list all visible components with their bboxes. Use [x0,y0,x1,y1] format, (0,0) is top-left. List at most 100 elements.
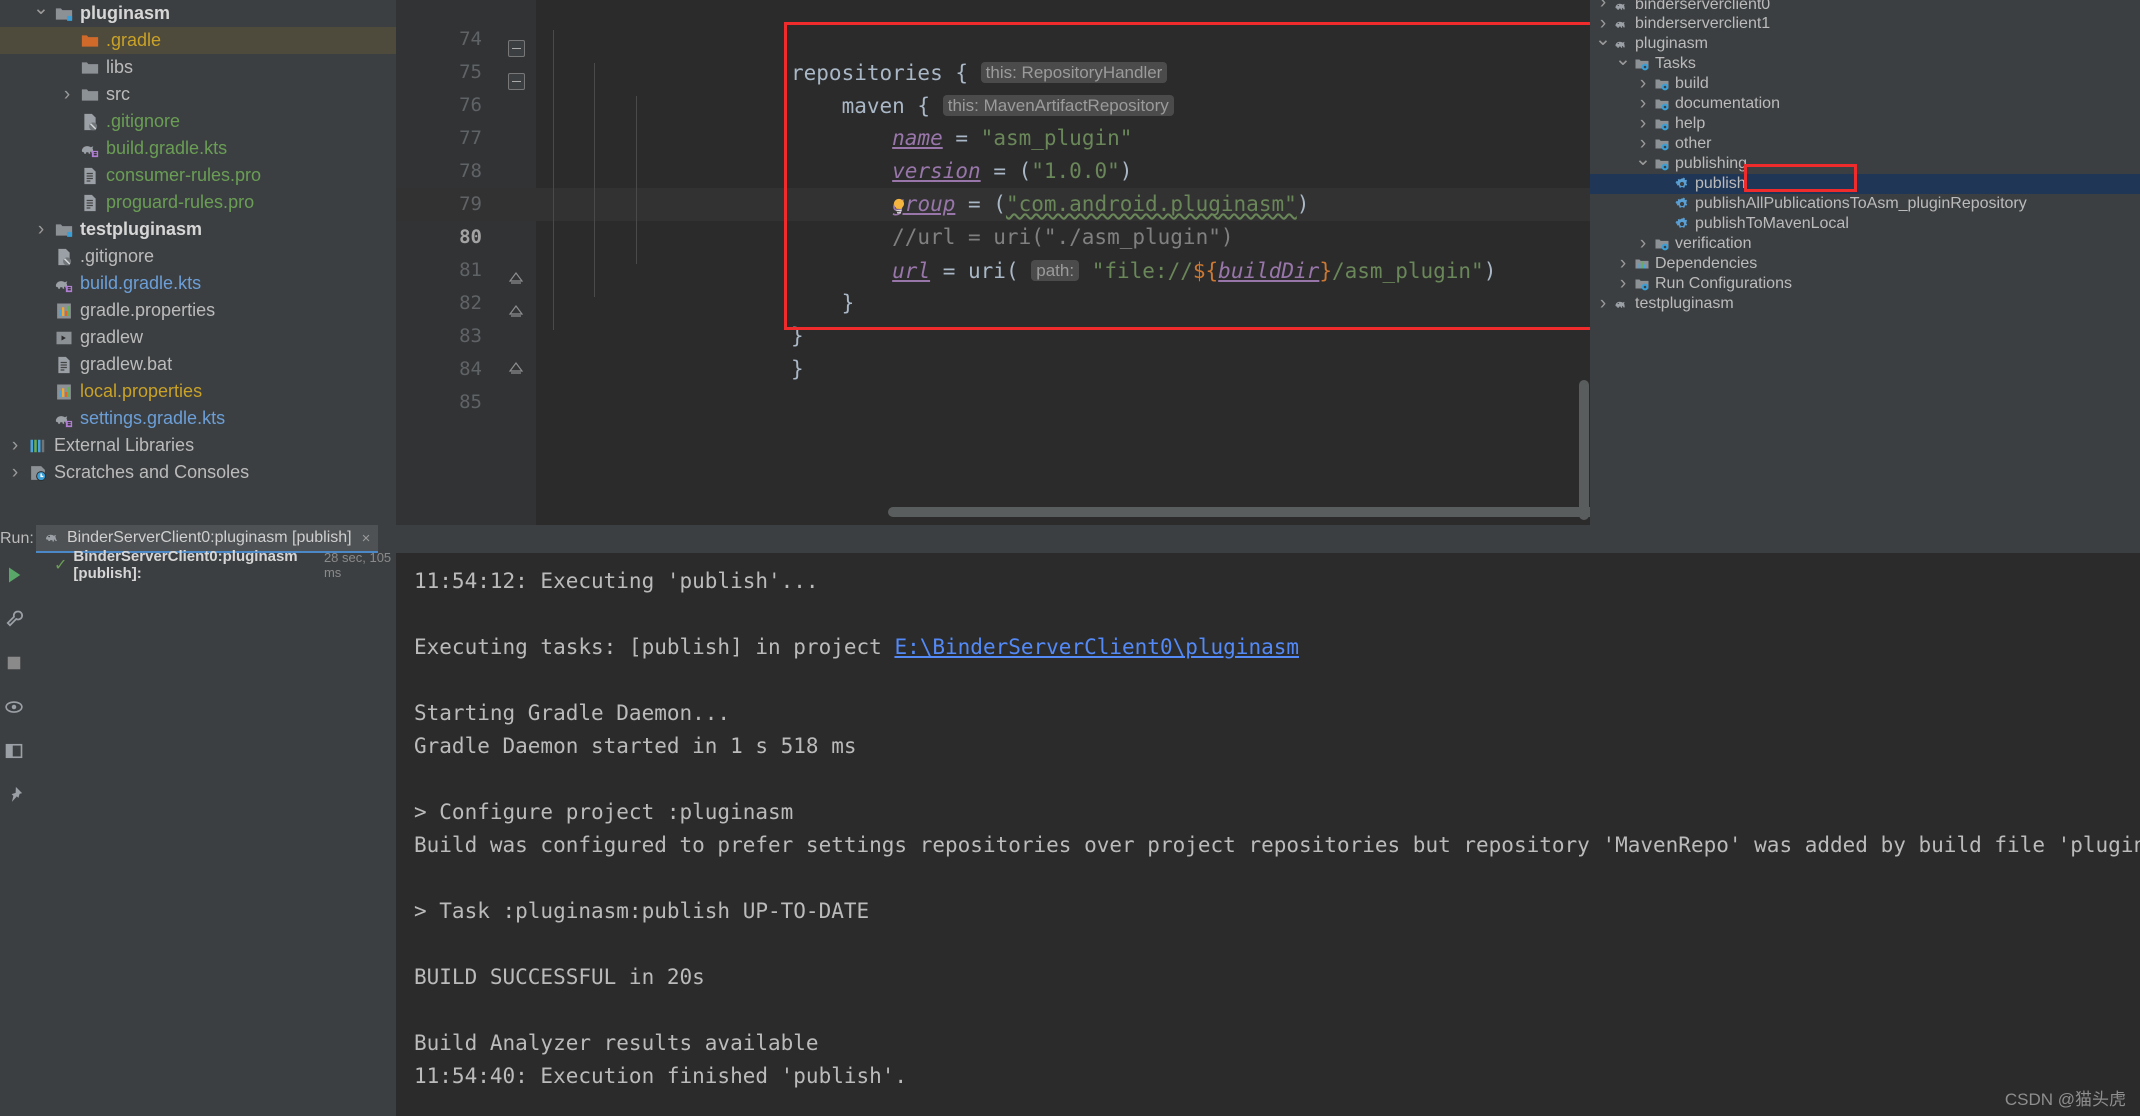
stop-icon[interactable] [4,653,24,673]
task-folder-icon [1634,276,1650,292]
gradle-tree-row[interactable]: ⌄publishing [1590,154,2140,174]
code-line[interactable]: version = ("1.0.0") [791,155,1132,188]
gradle-elephant-icon [44,530,60,546]
project-tree-row[interactable]: gradle.properties [0,297,396,324]
chevron-right-icon[interactable]: › [1614,253,1632,275]
chevron-right-icon[interactable]: › [56,85,78,104]
gradle-tree-row[interactable]: publishToMavenLocal [1590,214,2140,234]
task-folder-icon [1652,96,1672,112]
gradle-tree-row[interactable]: ›build [1590,74,2140,94]
code-lines: repositories { this: RepositoryHandler m… [536,0,1590,525]
project-tree-row[interactable]: build.gradle.kts [0,135,396,162]
layout-icon[interactable] [4,741,24,761]
code-line[interactable]: group = ("com.android.pluginasm") [791,188,1309,221]
fold-end-marker-83[interactable] [507,303,525,321]
fold-end-marker-82[interactable] [507,270,525,288]
project-tree-row[interactable]: consumer-rules.pro [0,162,396,189]
project-tree-row[interactable]: .gitignore [0,108,396,135]
pin-icon[interactable] [4,785,24,805]
folder-module-icon [52,4,76,24]
gradle-tree-row[interactable]: ›binderserverclient0 [1590,0,2140,14]
gradle-elephant-icon [1612,0,1632,14]
watermark-label: CSDN @猫头虎 [2005,1085,2126,1110]
chevron-right-icon[interactable]: › [4,463,26,482]
chevron-down-icon[interactable]: ⌄ [1614,48,1632,71]
gradle-tool-window[interactable]: ›binderserverclient0›binderserverclient1… [1590,0,2140,525]
run-task-tree-item[interactable]: ✓ BinderServerClient0:pluginasm [publish… [28,553,396,577]
gradle-tree-row[interactable]: ⌄pluginasm [1590,34,2140,54]
chevron-down-icon[interactable]: ⌄ [1594,28,1612,51]
chevron-right-icon[interactable]: › [1614,273,1632,295]
code-line[interactable]: url = uri( path: "file://${buildDir}/asm… [791,254,1496,287]
project-tree-row[interactable]: ›External Libraries [0,432,396,459]
project-tree-row[interactable]: build.gradle.kts [0,270,396,297]
gradle-tree-row[interactable]: ›Dependencies [1590,254,2140,274]
chevron-right-icon[interactable]: › [1634,233,1652,255]
code-line[interactable]: } [791,320,804,353]
libraries-icon [28,436,48,456]
fold-marker-75[interactable] [508,40,525,57]
project-tree-row[interactable]: ⌄pluginasm [0,0,396,27]
gradle-tree-label: Tasks [1652,55,1696,73]
code-line[interactable]: } [791,287,854,320]
project-tree-row[interactable]: local.properties [0,378,396,405]
code-editor[interactable]: 747576777879808182838485 repositories { … [396,0,1590,525]
chevron-right-icon[interactable]: › [30,220,52,239]
gradle-tree-row[interactable]: ›help [1590,114,2140,134]
project-tree-label: Scratches and Consoles [50,462,249,483]
run-icon[interactable] [4,565,24,585]
project-tree-row[interactable]: gradlew.bat [0,351,396,378]
fold-end-marker-85[interactable] [507,360,525,378]
code-line[interactable]: name = "asm_plugin" [791,122,1132,155]
gradle-tree-row[interactable]: ›binderserverclient1 [1590,14,2140,34]
chevron-right-icon[interactable]: › [1634,93,1652,115]
text-file-icon [80,193,100,213]
wrench-icon[interactable] [4,609,24,629]
editor-horizontal-scrollbar[interactable] [888,507,1590,517]
project-tree-row[interactable]: › Scratches and Consoles [0,459,396,486]
code-line[interactable]: maven { this: MavenArtifactRepository [791,89,1174,122]
project-tree-row[interactable]: ›testpluginasm [0,216,396,243]
chevron-right-icon[interactable]: › [4,436,26,455]
inlay-hint: path: [1031,260,1079,281]
run-window-label: Run: [0,530,34,548]
project-tree-row[interactable]: gradlew [0,324,396,351]
gear-task-icon [1672,196,1692,212]
intention-bulb-icon[interactable] [889,197,909,217]
project-tree-row[interactable]: settings.gradle.kts [0,405,396,432]
code-line[interactable]: } [791,353,804,386]
gradle-tree-row[interactable]: ⌄Tasks [1590,54,2140,74]
project-tree-row[interactable]: .gitignore [0,243,396,270]
code-line[interactable]: //url = uri("./asm_plugin") [791,221,1234,254]
console-output[interactable]: 11:54:12: Executing 'publish'...Executin… [396,553,2140,1116]
chevron-right-icon[interactable]: › [1594,293,1612,315]
project-tree-panel[interactable]: ⌄pluginasm.gradlelibs›src.gitignorebuild… [0,0,396,525]
project-tree-row[interactable]: .gradle [0,27,396,54]
chevron-right-icon[interactable]: › [1594,0,1612,14]
gradle-tree-row[interactable]: ›Run Configurations [1590,274,2140,294]
gradle-tree-row[interactable]: ›other [1590,134,2140,154]
project-tree-row[interactable]: proguard-rules.pro [0,189,396,216]
run-task-tree[interactable]: ✓ BinderServerClient0:pluginasm [publish… [28,553,396,1116]
chevron-right-icon[interactable]: › [1634,73,1652,95]
gradle-tree-row[interactable]: ›testpluginasm [1590,294,2140,314]
gradle-tree-row[interactable]: publish [1590,174,2140,194]
gradle-tree-row[interactable]: publishAllPublicationsToAsm_pluginReposi… [1590,194,2140,214]
eye-icon[interactable] [4,697,24,717]
fold-marker-76[interactable] [508,73,525,90]
gradle-tree-row[interactable]: ›verification [1590,234,2140,254]
console-text: Executing tasks: [publish] in project [414,635,894,659]
chevron-down-icon[interactable]: ⌄ [30,0,52,18]
close-icon[interactable]: × [362,530,371,547]
ide-window: ⌄pluginasm.gradlelibs›src.gitignorebuild… [0,0,2140,1116]
editor-vertical-scrollbar[interactable] [1579,380,1589,520]
project-tree-row[interactable]: libs [0,54,396,81]
project-tree-row[interactable]: ›src [0,81,396,108]
run-sidebar-toolbar[interactable] [0,553,28,1116]
project-tree-label: gradlew.bat [76,354,172,375]
gradle-tree-row[interactable]: ›documentation [1590,94,2140,114]
code-line[interactable]: repositories { this: RepositoryHandler [791,56,1167,89]
console-project-path-link[interactable]: E:\BinderServerClient0\pluginasm [894,635,1299,659]
chevron-down-icon[interactable]: ⌄ [1634,148,1652,171]
chevron-right-icon[interactable]: › [1634,113,1652,135]
